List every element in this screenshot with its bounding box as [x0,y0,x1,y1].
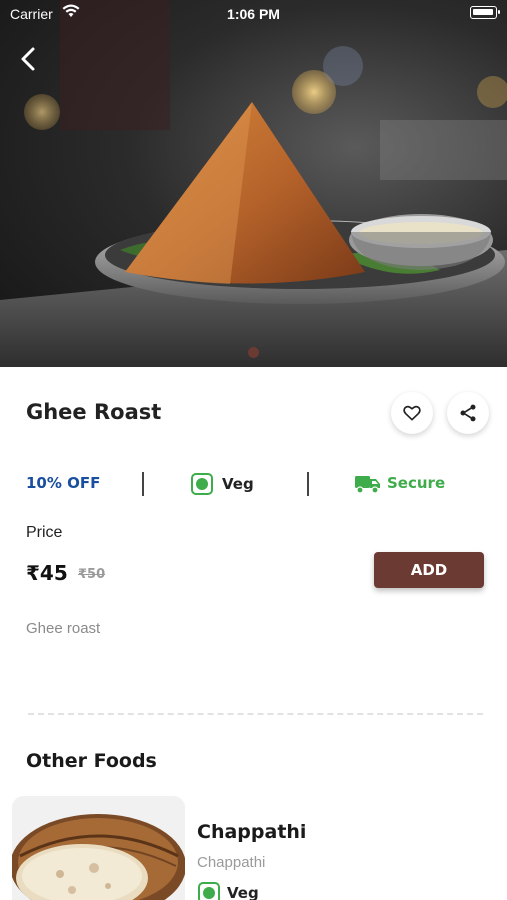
veg-icon [198,882,220,900]
dosa-photo [0,0,507,367]
product-description: Ghee roast [26,620,101,637]
veg-icon [191,473,213,495]
divider [142,472,144,496]
section-divider [28,713,483,715]
veg-label: Veg [222,475,254,493]
back-button[interactable] [14,44,44,74]
hero-image [0,0,507,367]
add-to-cart-button[interactable]: ADD [374,552,484,588]
discount-badge: 10% OFF [26,474,101,492]
price-label: Price [26,524,63,541]
clock: 1:06 PM [227,6,280,22]
carousel-dot[interactable] [248,347,259,358]
share-button[interactable] [447,392,489,434]
battery-icon [470,6,500,19]
other-foods-title: Other Foods [26,750,157,772]
chevron-left-icon [21,47,35,71]
food-thumbnail [12,796,185,900]
current-price: ₹45 [26,561,68,585]
truck-icon [355,473,381,499]
original-price: ₹50 [78,567,106,582]
food-veg-label: Veg [227,884,259,900]
food-card[interactable]: Chappathi Chappathi Veg [0,796,507,900]
food-name: Chappathi [197,821,307,843]
product-title: Ghee Roast [26,400,162,424]
food-description: Chappathi [197,854,266,871]
heart-icon [403,405,421,421]
favorite-button[interactable] [391,392,433,434]
divider [307,472,309,496]
product-tags: 10% OFF Veg Secure [0,466,507,502]
status-bar: Carrier 1:06 PM [0,0,507,28]
secure-label: Secure [387,474,446,492]
share-icon [460,404,476,422]
